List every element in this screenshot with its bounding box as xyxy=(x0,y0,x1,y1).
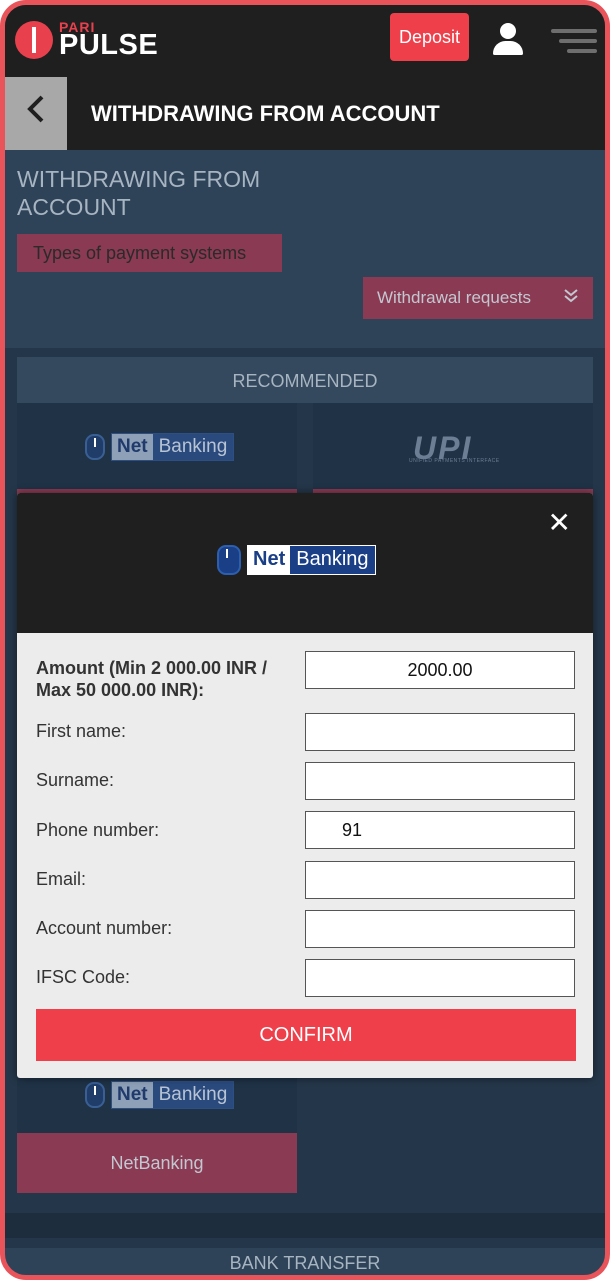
phone-number-label: Phone number: xyxy=(36,820,160,840)
netbanking-logo: Net Banking xyxy=(217,545,376,575)
types-of-payment-systems-tab[interactable]: Types of payment systems xyxy=(17,234,282,272)
first-name-label: First name: xyxy=(36,721,127,741)
netbanking-banking-text: Banking xyxy=(152,1082,234,1108)
email-input[interactable] xyxy=(305,861,575,899)
mouse-icon xyxy=(85,1082,105,1108)
netbanking-banking-text: Banking xyxy=(290,546,375,574)
close-icon[interactable]: ✕ xyxy=(548,509,571,537)
account-number-label: Account number: xyxy=(36,918,173,938)
page-header: WITHDRAWING FROM ACCOUNT xyxy=(5,77,605,150)
section-divider xyxy=(5,1213,605,1238)
netbanking-logo: Net Banking xyxy=(85,1081,235,1109)
menu-icon[interactable] xyxy=(551,27,597,55)
withdrawal-requests-label: Withdrawal requests xyxy=(377,288,532,307)
pari-pulse-logo[interactable]: PARI PULSE xyxy=(15,17,175,65)
recommended-section-header: RECOMMENDED xyxy=(17,357,593,403)
top-bar: PARI PULSE Deposit xyxy=(5,5,605,77)
netbanking-net-text: Net xyxy=(112,434,153,460)
confirm-button[interactable]: CONFIRM xyxy=(36,1009,576,1061)
ifsc-code-label: IFSC Code: xyxy=(36,967,131,987)
withdrawal-requests-button[interactable]: Withdrawal requests xyxy=(363,277,593,319)
header-title: WITHDRAWING FROM ACCOUNT xyxy=(91,101,440,126)
amount-label: Amount (Min 2 000.00 INR / Max 50 000.00… xyxy=(36,658,268,700)
user-icon[interactable] xyxy=(491,23,525,59)
ifsc-code-input[interactable] xyxy=(305,959,575,997)
double-chevron-down-icon xyxy=(563,288,579,304)
netbanking-logo: Net Banking xyxy=(85,433,235,461)
modal-header: ✕ Net Banking xyxy=(17,493,593,633)
netbanking-net-text: Net xyxy=(112,1082,153,1108)
surname-label: Surname: xyxy=(36,770,115,790)
email-label: Email: xyxy=(36,869,87,889)
amount-input[interactable] xyxy=(305,651,575,689)
phone-number-input[interactable] xyxy=(305,811,575,849)
page-title: WITHDRAWING FROM ACCOUNT xyxy=(17,166,261,220)
upi-subtitle: UNIFIED PAYMENTS INTERFACE xyxy=(409,458,500,464)
netbanking-withdraw-modal: ✕ Net Banking Amount (Min 2 000.00 INR /… xyxy=(17,493,593,1078)
deposit-button[interactable]: Deposit xyxy=(390,13,469,61)
first-name-input[interactable] xyxy=(305,713,575,751)
mouse-icon xyxy=(85,434,105,460)
bank-transfer-label: BANK TRANSFER xyxy=(229,1253,381,1273)
account-number-input[interactable] xyxy=(305,910,575,948)
netbanking-banking-text: Banking xyxy=(152,434,234,460)
surname-input[interactable] xyxy=(305,762,575,800)
netbanking-caption-button[interactable]: NetBanking xyxy=(17,1133,297,1193)
back-button[interactable] xyxy=(5,77,67,150)
mouse-icon xyxy=(217,545,241,575)
recommended-label: RECOMMENDED xyxy=(232,371,378,391)
netbanking-net-text: Net xyxy=(248,546,291,574)
pulse-logo-icon xyxy=(15,21,53,59)
phone-frame: PARI PULSE Deposit WITHDRAWING FROM ACCO… xyxy=(0,0,610,1280)
logo-pulse-text: PULSE xyxy=(59,29,159,61)
chevron-left-icon xyxy=(25,94,47,133)
